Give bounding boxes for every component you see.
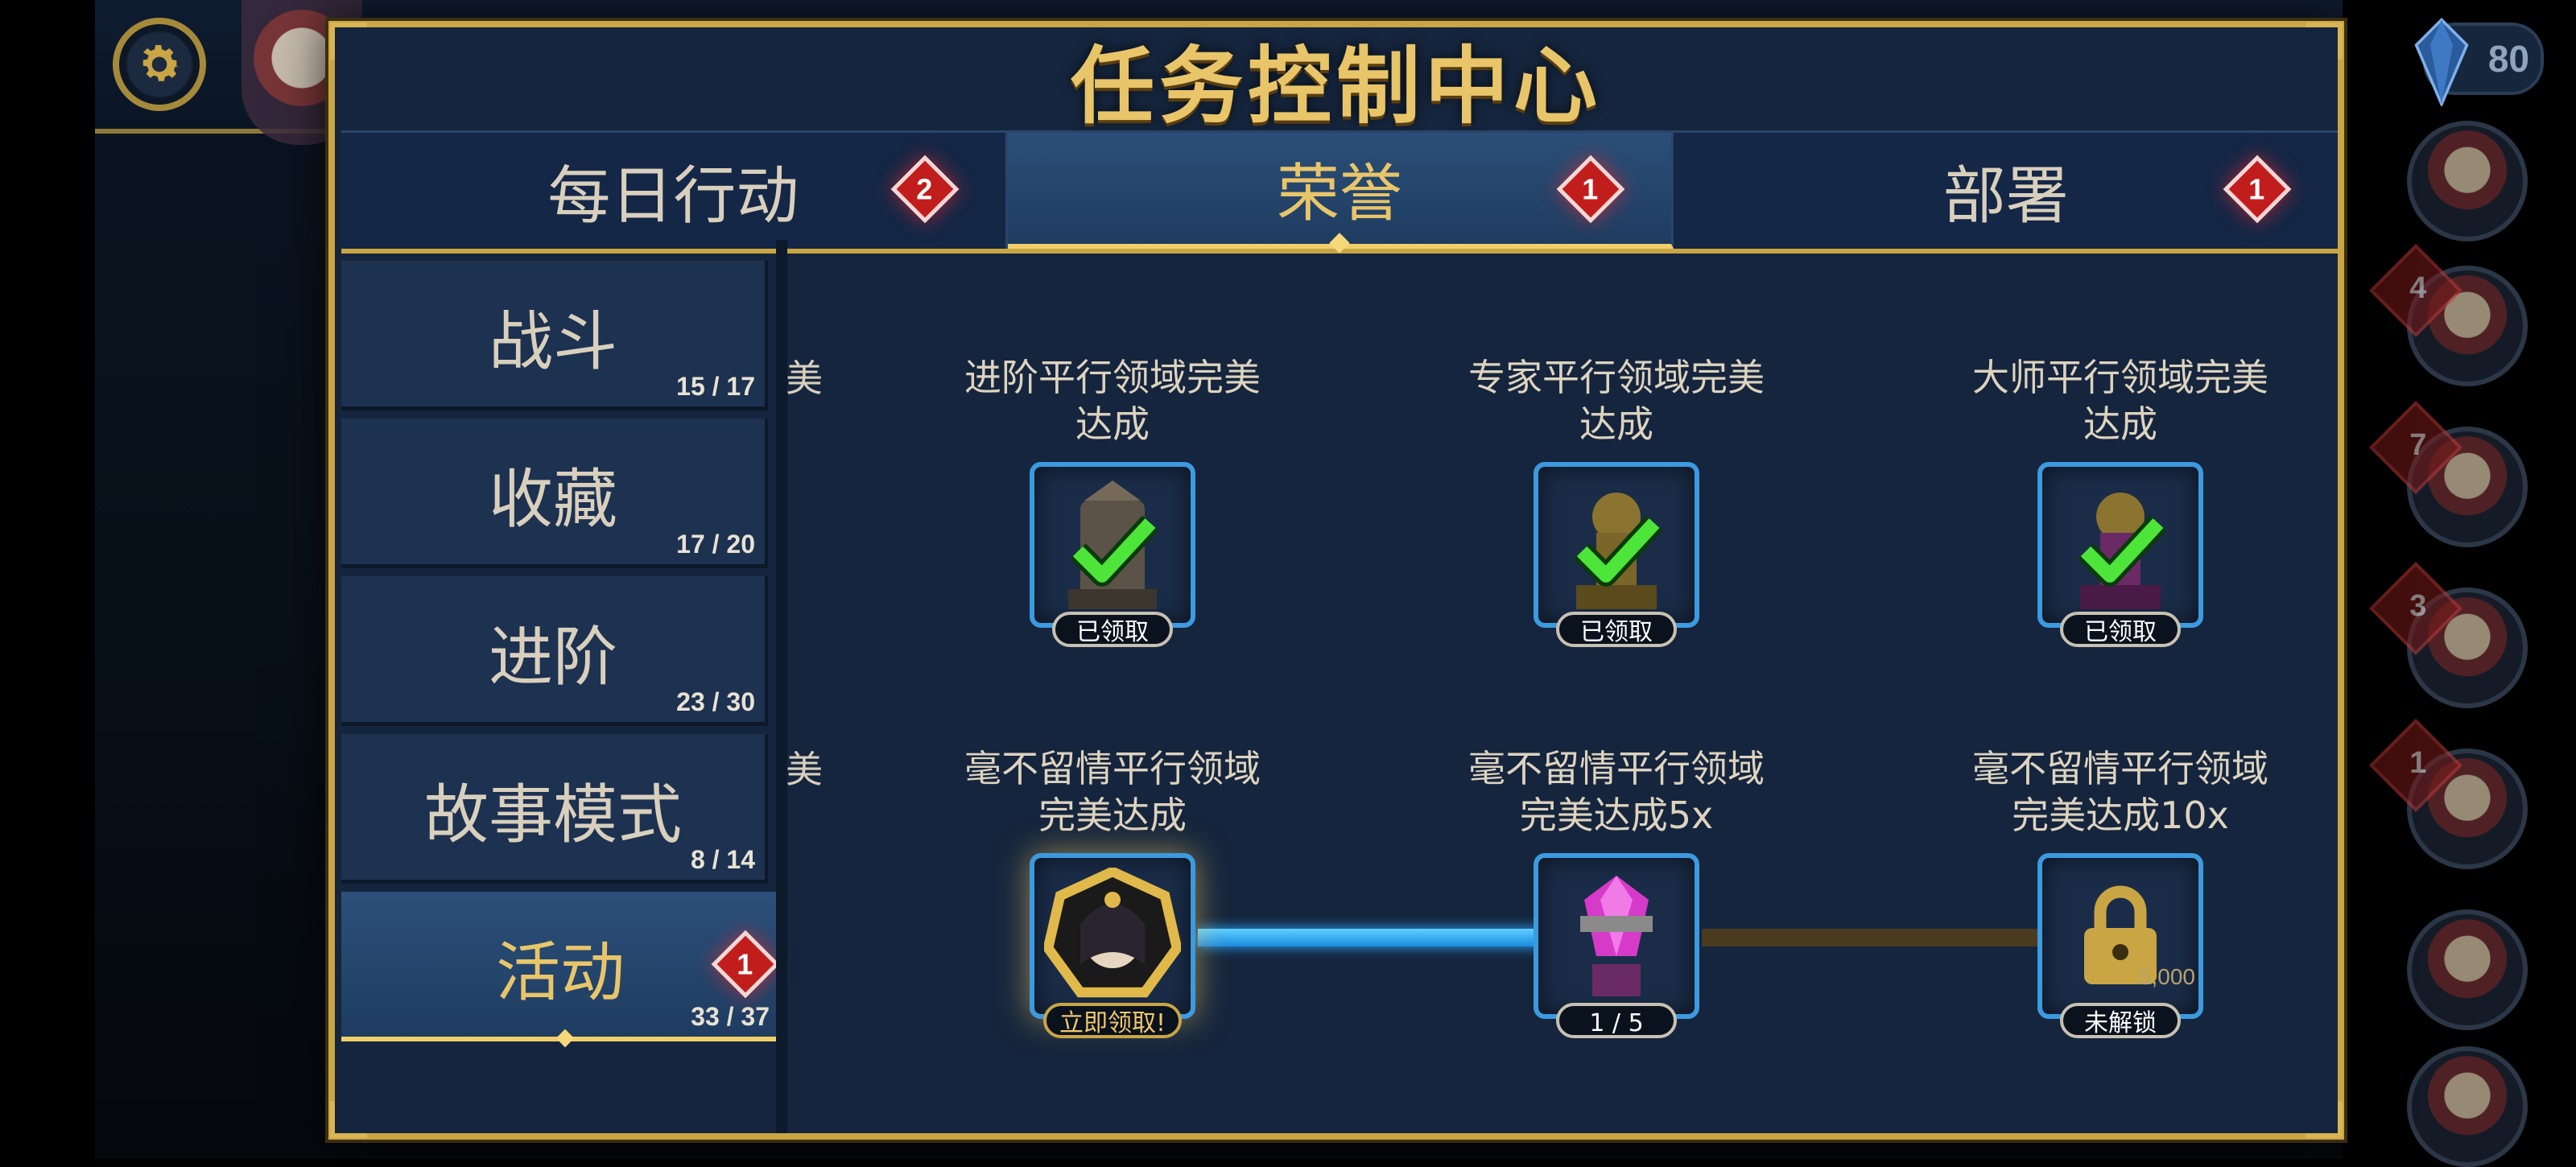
notification-badge: 1 xyxy=(2223,155,2292,224)
reward-item[interactable]: 进阶平行领域完美 达成 已领取 xyxy=(943,354,1282,647)
reward-status: 已领取 xyxy=(1556,612,1677,647)
reward-item[interactable]: 毫不留情平行领域 完美达成10x 5,000 未解锁 xyxy=(1951,745,2289,1038)
reward-title: 进阶平行领域完美 达成 xyxy=(964,356,1261,446)
checkmark-icon xyxy=(1574,515,1662,587)
reward-icon: 已领取 xyxy=(1030,462,1195,647)
notification-badge: 2 xyxy=(890,155,960,224)
category-progress: 15 / 17 xyxy=(676,372,755,401)
category-events[interactable]: 活动 33 / 37 1 xyxy=(341,892,782,1041)
checkmark-icon xyxy=(2078,515,2166,587)
reward-cost: 5,000 xyxy=(2138,964,2195,989)
category-list: 战斗 15 / 17 收藏 17 / 20 进阶 23 / 30 故事模式 8 … xyxy=(341,261,782,1049)
category-battle[interactable]: 战斗 15 / 17 xyxy=(341,261,768,410)
character-portrait-icon xyxy=(1044,868,1181,998)
gem-count: 80 xyxy=(2487,38,2529,80)
tab-honor[interactable]: 荣誉 1 xyxy=(1007,133,1674,249)
side-character-portrait[interactable] xyxy=(2407,909,2528,1030)
tab-daily-actions[interactable]: 每日行动 2 xyxy=(341,133,1008,249)
clipped-reward-title: 美 xyxy=(786,748,823,791)
reward-status: 立即领取! xyxy=(1042,1003,1183,1038)
reward-item[interactable]: 毫不留情平行领域 完美达成 立即领取! xyxy=(943,745,1282,1038)
category-progress: 8 / 14 xyxy=(690,845,755,874)
reward-status: 已领取 xyxy=(1052,612,1173,647)
gem-counter[interactable]: 80 xyxy=(2414,18,2544,106)
reward-status: 已领取 xyxy=(2060,612,2181,647)
side-character-portrait[interactable] xyxy=(2407,1046,2528,1167)
mission-control-panel: 任务控制中心 每日行动 2 荣誉 1 部署 1 战斗 15 / 17 收藏 17… xyxy=(328,21,2344,1140)
reward-icon: 已领取 xyxy=(1534,462,1699,647)
gem-icon xyxy=(2414,18,2469,106)
trophy-icon xyxy=(1580,876,1653,996)
reward-item[interactable]: 大师平行领域完美 达成 已领取 xyxy=(1951,354,2289,647)
reward-icon: 5,000 未解锁 xyxy=(2037,853,2203,1038)
tab-label: 每日行动 xyxy=(547,160,799,233)
settings-button[interactable] xyxy=(113,18,206,111)
reward-title: 毫不留情平行领域 完美达成 xyxy=(964,747,1261,837)
notification-badge: 1 xyxy=(1556,155,1625,224)
reward-title: 大师平行领域完美 达成 xyxy=(1972,356,2268,446)
reward-title: 毫不留情平行领域 完美达成5x xyxy=(1468,747,1765,837)
category-progress: 33 / 37 xyxy=(691,1002,770,1031)
reward-status: 未解锁 xyxy=(2060,1003,2181,1038)
tab-label: 荣誉 xyxy=(1277,158,1403,230)
panel-title: 任务控制中心 xyxy=(1070,37,1602,135)
category-collection[interactable]: 收藏 17 / 20 xyxy=(341,419,768,568)
category-advanced[interactable]: 进阶 23 / 30 xyxy=(341,576,768,726)
checkmark-icon xyxy=(1070,515,1158,587)
reward-title: 专家平行领域完美 达成 xyxy=(1468,356,1765,446)
tab-bar: 每日行动 2 荣誉 1 部署 1 xyxy=(341,130,2338,254)
gear-icon xyxy=(142,45,180,81)
reward-grid[interactable]: 美 美 进阶平行领域完美 达成 已领取 专家平行领域完美 达成 已领取 大师平行… xyxy=(786,261,2339,1130)
reward-icon: 已领取 xyxy=(2037,462,2203,647)
reward-icon: 1 / 5 xyxy=(1534,853,1699,1038)
category-story-mode[interactable]: 故事模式 8 / 14 xyxy=(341,734,768,884)
clipped-reward-title: 美 xyxy=(786,357,823,400)
tab-label: 部署 xyxy=(1942,160,2069,233)
reward-icon: 立即领取! xyxy=(1030,853,1195,1038)
reward-progress: 1 / 5 xyxy=(1556,1003,1677,1038)
reward-item[interactable]: 专家平行领域完美 达成 已领取 xyxy=(1447,354,1785,647)
side-character-portrait[interactable] xyxy=(2407,121,2528,241)
reward-title: 毫不留情平行领域 完美达成10x xyxy=(1972,747,2268,837)
category-progress: 17 / 20 xyxy=(676,530,755,559)
category-progress: 23 / 30 xyxy=(676,687,755,716)
reward-item[interactable]: 毫不留情平行领域 完美达成5x 1 / 5 xyxy=(1447,745,1785,1038)
tab-deploy[interactable]: 部署 1 xyxy=(1674,133,2338,249)
